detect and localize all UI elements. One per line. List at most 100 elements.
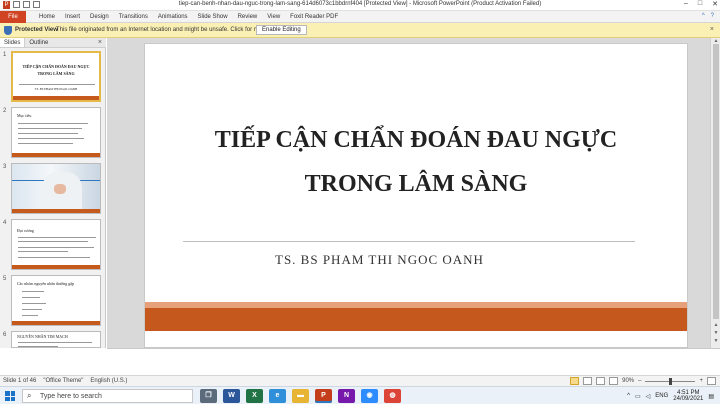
status-bar: Slide 1 of 46 "Office Theme" English (U.… <box>0 375 720 386</box>
slide-thumbnail-2[interactable]: Mục tiêu <box>11 107 101 158</box>
thumbnail-heading: Mục tiêu <box>17 113 32 118</box>
tab-outline[interactable]: Outline <box>25 38 52 47</box>
shield-icon <box>4 26 12 35</box>
close-pane-icon[interactable]: × <box>98 39 102 46</box>
ribbon-expand-icon[interactable]: ^ <box>702 13 705 19</box>
tab-home[interactable]: Home <box>34 13 60 21</box>
zoom-in-button[interactable]: + <box>699 378 703 384</box>
taskbar: ⌕ Type here to search ❐ W Xe ▬ P N ◉ ◍ ^ ▭ ◁ EN… <box>0 386 720 404</box>
thumbnail-heading: Các nhóm nguyên nhân thường gặp <box>17 281 75 286</box>
maximize-button[interactable]: □ <box>698 0 702 8</box>
search-placeholder: Type here to search <box>40 393 102 400</box>
tab-animations[interactable]: Animations <box>153 13 193 21</box>
slides-pane: Slides Outline × 1 TIẾP CẬN CHẨN ĐOÁN ĐA… <box>0 38 106 348</box>
chevron-up-icon[interactable]: ^ <box>627 393 630 399</box>
slide-divider <box>183 241 635 242</box>
slide-sorter-icon[interactable] <box>583 377 593 385</box>
pinned-apps: ❐ W Xe ▬ P N ◉ ◍ <box>200 389 401 403</box>
slide-number: 4 <box>3 220 7 226</box>
thumbnail-heading: NGUYÊN NHÂN TIM MẠCH <box>17 334 68 339</box>
thumbnail-title: TIẾP CẬN CHẨN ĐOÁN ĐAU NGỰC <box>22 64 90 69</box>
tab-design[interactable]: Design <box>85 13 114 21</box>
clock-date: 24/09/2021 <box>673 396 704 402</box>
window-title: tiep-can-benh-nhan-dau-nguc-trong-lam-sa… <box>178 1 542 7</box>
theme-name: "Office Theme" <box>43 378 84 384</box>
close-button[interactable]: ✕ <box>712 0 718 8</box>
protected-view-bar: Protected View This file originated from… <box>0 23 720 38</box>
slide-accent-bar <box>145 308 687 331</box>
thumbnail-heading: Đại cương <box>17 228 34 233</box>
slide-counter: Slide 1 of 46 <box>3 378 37 384</box>
edge-app-icon[interactable]: e <box>269 389 286 403</box>
slide-thumbnail-4[interactable]: Đại cương <box>11 219 101 270</box>
clock[interactable]: 4:51 PM 24/09/2021 <box>673 390 703 402</box>
slide-number: 2 <box>3 108 7 114</box>
thumbnail-title: TRONG LÂM SÀNG <box>37 71 75 76</box>
fit-to-window-icon[interactable] <box>707 377 716 385</box>
slide-number: 3 <box>3 164 7 170</box>
slide-author[interactable]: TS. BS PHAM THI NGOC OANH <box>275 252 484 268</box>
slide-thumbnail-1[interactable]: TIẾP CẬN CHẨN ĐOÁN ĐAU NGỰC TRONG LÂM SÀ… <box>11 51 101 102</box>
excel-app-icon[interactable]: X <box>246 389 263 403</box>
onenote-app-icon[interactable]: N <box>338 389 355 403</box>
next-slide-icon[interactable]: ▼ <box>711 330 720 336</box>
file-explorer-app-icon[interactable]: ▬ <box>292 389 309 403</box>
help-icon[interactable]: ? <box>711 13 714 19</box>
enable-editing-button[interactable]: Enable Editing <box>256 25 307 35</box>
close-message-bar-icon[interactable]: × <box>710 26 714 33</box>
slide-title-line-1: TIẾP CẬN CHẨN ĐOÁN ĐAU NGỰC <box>214 127 618 153</box>
language-indicator[interactable]: ENG <box>655 393 668 399</box>
minimize-button[interactable]: – <box>684 0 688 8</box>
notification-icon[interactable]: ▤ <box>708 393 714 400</box>
ribbon: File Home Insert Design Transitions Anim… <box>0 11 720 23</box>
slide-show-icon[interactable] <box>609 377 619 385</box>
reading-view-icon[interactable] <box>596 377 606 385</box>
file-tab[interactable]: File <box>0 11 26 23</box>
slide-thumbnail-3[interactable] <box>11 163 101 214</box>
slide-thumbnail-6[interactable]: NGUYÊN NHÂN TIM MẠCH <box>11 331 101 348</box>
slide-number: 6 <box>3 332 7 338</box>
tab-view[interactable]: View <box>262 13 285 21</box>
tab-slides[interactable]: Slides <box>0 38 26 47</box>
slide-number: 5 <box>3 276 7 282</box>
tab-insert[interactable]: Insert <box>60 13 85 21</box>
slide-title[interactable]: TIẾP CẬN CHẨN ĐOÁN ĐAU NGỰC TRONG LÂM SÀ… <box>175 118 657 206</box>
thumbnail-divider <box>19 84 95 85</box>
volume-icon[interactable]: ◁ <box>646 393 651 400</box>
slide-editor: TIẾP CẬN CHẨN ĐOÁN ĐAU NGỰC TRONG LÂM SÀ… <box>107 38 720 348</box>
protected-view-message[interactable]: This file originated from an Internet lo… <box>56 27 288 33</box>
tab-transitions[interactable]: Transitions <box>114 13 153 21</box>
thumbnail-author: TS. BS PHẠM THỊ NGỌC OANH <box>34 87 78 91</box>
slide-title-line-2: TRONG LÂM SÀNG <box>304 171 528 197</box>
slide-number: 1 <box>3 52 7 58</box>
tab-slide-show[interactable]: Slide Show <box>193 13 233 21</box>
task-view-app-icon[interactable]: ❐ <box>200 389 217 403</box>
tab-foxit-reader-pdf[interactable]: Foxit Reader PDF <box>285 13 343 21</box>
zoom-slider-knob[interactable] <box>669 377 673 385</box>
slide-thumbnail-5[interactable]: Các nhóm nguyên nhân thường gặp <box>11 275 101 326</box>
scrollbar-thumb[interactable] <box>713 44 719 319</box>
tab-review[interactable]: Review <box>233 13 263 21</box>
chrome-app-icon[interactable]: ◍ <box>384 389 401 403</box>
normal-view-icon[interactable] <box>570 377 580 385</box>
zoom-slider[interactable] <box>645 377 696 385</box>
system-tray: ^ ▭ ◁ ENG 4:51 PM 24/09/2021 ▤ <box>627 390 714 402</box>
word-app-icon[interactable]: W <box>223 389 240 403</box>
search-icon: ⌕ <box>27 391 32 400</box>
windows-start-icon[interactable] <box>5 391 15 401</box>
zoom-app-icon[interactable]: ◉ <box>361 389 378 403</box>
taskbar-search[interactable]: ⌕ Type here to search <box>22 389 193 403</box>
title-bar: P tiep-can-benh-nhan-dau-nguc-trong-lam-… <box>0 0 720 11</box>
previous-slide-icon[interactable]: ▲ <box>711 322 720 328</box>
protected-view-label: Protected View <box>15 27 58 33</box>
vertical-scrollbar[interactable]: ▲ ▲ ▼ ▼ <box>710 38 720 348</box>
thumbnail-accent-bar <box>13 96 99 100</box>
powerpoint-app-icon[interactable]: P <box>315 389 332 403</box>
network-icon[interactable]: ▭ <box>635 393 641 400</box>
language-indicator[interactable]: English (U.S.) <box>90 378 127 384</box>
scroll-down-icon[interactable]: ▼ <box>711 338 720 344</box>
notes-pane[interactable] <box>107 348 720 375</box>
zoom-out-button[interactable]: – <box>638 378 641 384</box>
current-slide[interactable]: TIẾP CẬN CHẨN ĐOÁN ĐAU NGỰC TRONG LÂM SÀ… <box>144 43 688 348</box>
zoom-level[interactable]: 90% <box>622 378 634 384</box>
